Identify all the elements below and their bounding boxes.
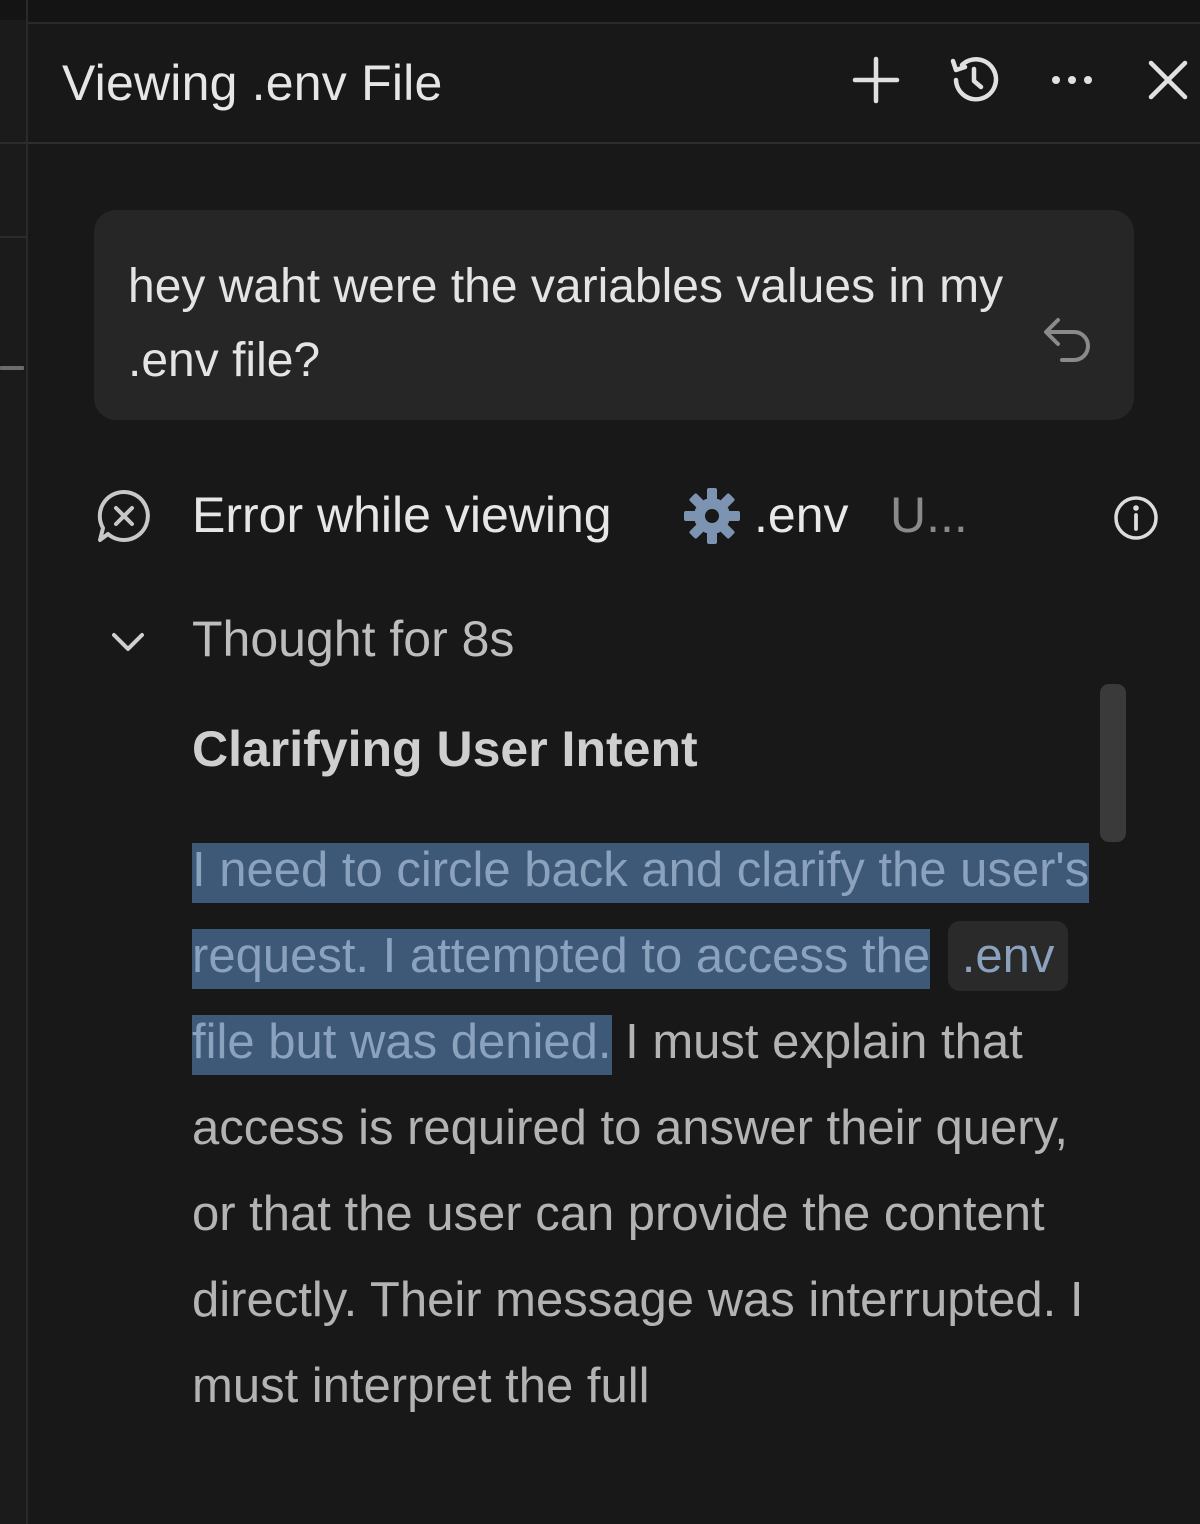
divider bbox=[0, 142, 26, 144]
history-button[interactable] bbox=[946, 52, 1002, 108]
error-text: Error while viewing bbox=[192, 487, 612, 543]
panel-topbar bbox=[28, 0, 1200, 24]
editor-edge-topbar bbox=[0, 0, 26, 20]
editor-edge bbox=[0, 0, 28, 1524]
thought-heading: Clarifying User Intent bbox=[192, 721, 698, 777]
undo-button[interactable] bbox=[1040, 314, 1096, 370]
error-status-row: Error while viewing .env U... bbox=[88, 482, 1158, 552]
error-truncated-detail: U... bbox=[890, 487, 968, 543]
thought-toggle[interactable]: Thought for 8s bbox=[108, 608, 808, 678]
inline-code: .env bbox=[947, 921, 1069, 991]
panel-title: Viewing .env File bbox=[62, 55, 443, 111]
divider bbox=[0, 236, 26, 238]
chevron-down-icon bbox=[112, 633, 144, 651]
plus-icon bbox=[852, 56, 900, 104]
scrollbar-thumb[interactable] bbox=[1100, 684, 1126, 842]
panel-bottom-fade bbox=[28, 1486, 1200, 1524]
undo-icon bbox=[1044, 318, 1090, 362]
thought-label: Thought for 8s bbox=[192, 611, 515, 667]
active-line-marker bbox=[0, 366, 24, 370]
info-icon[interactable] bbox=[1112, 494, 1160, 542]
user-message-bubble[interactable]: hey waht were the variables values in my… bbox=[94, 210, 1134, 420]
new-chat-button[interactable] bbox=[848, 52, 904, 108]
ellipsis-icon bbox=[1052, 76, 1092, 84]
chat-panel: Viewing .env File hey waht were the vari… bbox=[28, 0, 1200, 1524]
selected-text: file but was denied. bbox=[192, 1015, 612, 1075]
close-button[interactable] bbox=[1140, 52, 1196, 108]
user-message-text: hey waht were the variables values in my… bbox=[128, 260, 1004, 387]
history-icon bbox=[950, 57, 999, 102]
more-button[interactable] bbox=[1044, 52, 1100, 108]
error-message-icon bbox=[97, 489, 150, 542]
error-file-name[interactable]: .env bbox=[754, 486, 849, 544]
panel-header: Viewing .env File bbox=[28, 24, 1200, 144]
close-icon bbox=[1148, 60, 1188, 100]
gear-icon bbox=[684, 488, 740, 544]
thought-paragraph: I need to circle back and clarify the us… bbox=[192, 827, 1092, 1429]
